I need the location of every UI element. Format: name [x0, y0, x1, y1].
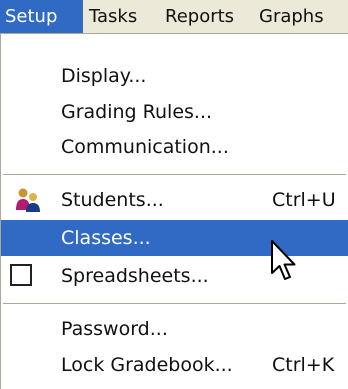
setup-dropdown-menu: Display... Grading Rules... Communicatio… [0, 34, 348, 389]
menubar-graphs[interactable]: Graphs [254, 0, 348, 33]
menu-item-label: Students... [61, 189, 164, 211]
menubar-setup[interactable]: Setup [0, 0, 83, 33]
menu-separator [3, 174, 346, 176]
menu-separator [3, 303, 346, 305]
menu-item-password[interactable]: Password... [1, 311, 348, 347]
menu-bar: Setup Tasks Reports Graphs [0, 0, 348, 34]
menubar-reports[interactable]: Reports [160, 0, 253, 33]
menubar-tasks[interactable]: Tasks [84, 0, 159, 33]
checkbox-icon [10, 264, 32, 286]
menu-item-label: Classes... [61, 227, 151, 249]
menu-item-students[interactable]: Students... Ctrl+U [1, 182, 348, 218]
menu-item-label: Communication... [61, 136, 229, 158]
menu-item-shortcut: Ctrl+K [272, 354, 335, 376]
menu-item-lock-gradebook[interactable]: Lock Gradebook... Ctrl+K [1, 347, 348, 383]
menu-item-label: Lock Gradebook... [61, 354, 233, 376]
students-icon [16, 188, 40, 212]
mouse-pointer-icon [271, 240, 296, 280]
menu-item-label: Grading Rules... [61, 101, 213, 123]
menu-item-communication[interactable]: Communication... [1, 129, 348, 165]
menu-item-shortcut: Ctrl+U [272, 189, 336, 211]
menu-item-display[interactable]: Display... [1, 58, 348, 94]
menu-item-label: Spreadsheets... [61, 265, 209, 287]
menu-item-label: Password... [61, 318, 168, 340]
menu-item-label: Display... [61, 65, 147, 87]
menu-item-grading-rules[interactable]: Grading Rules... [1, 94, 348, 130]
